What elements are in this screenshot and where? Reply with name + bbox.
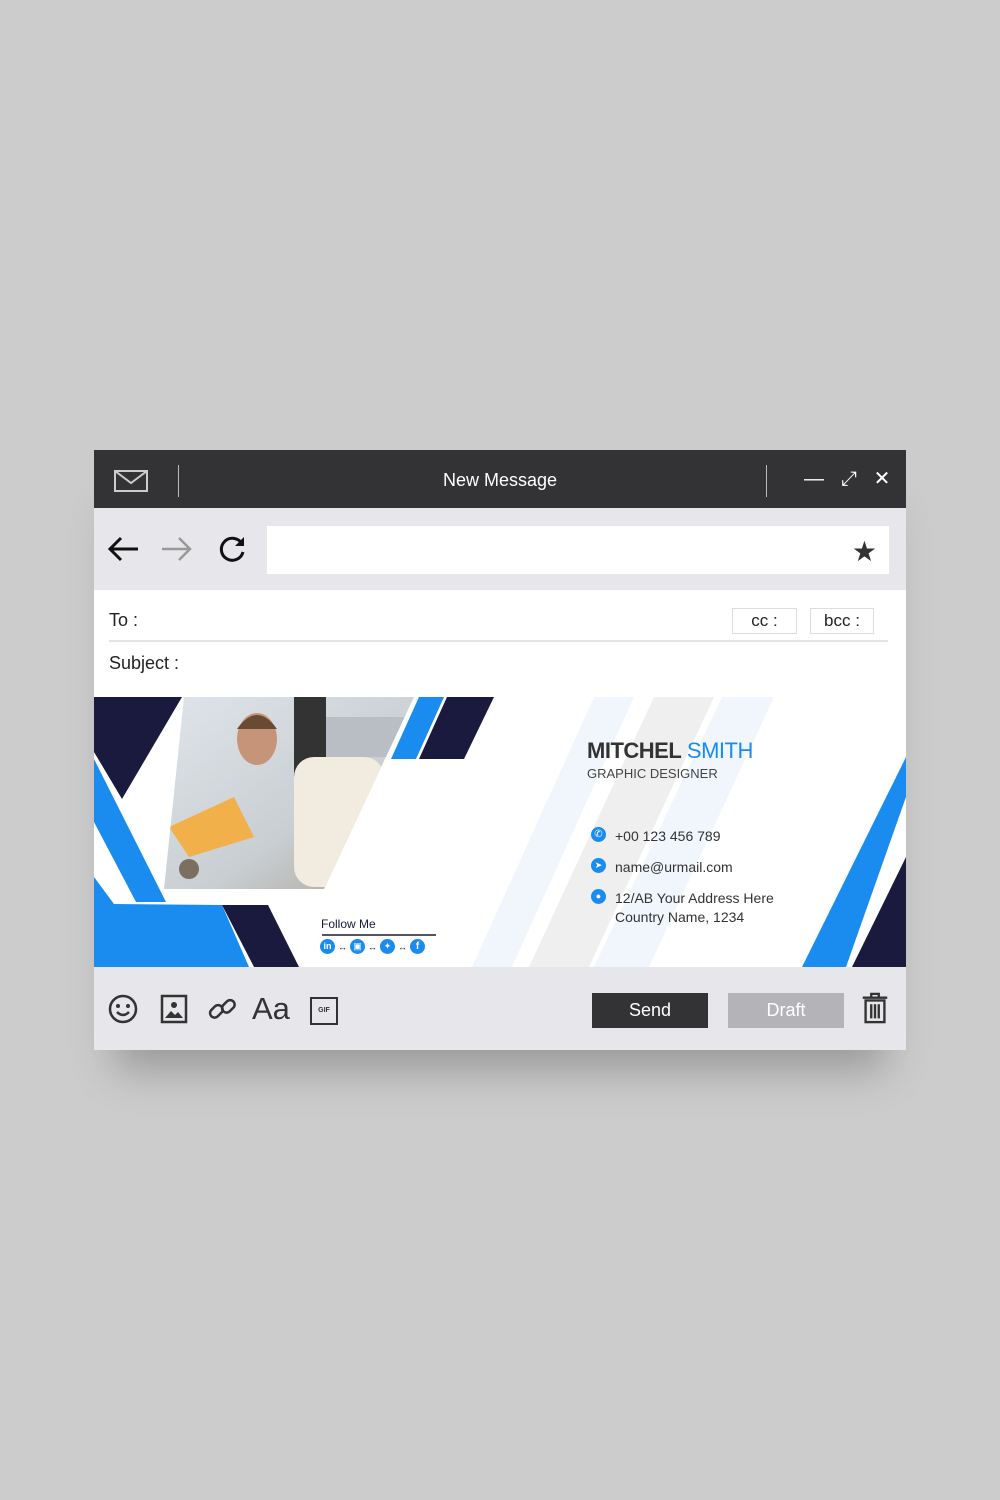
cc-button[interactable]: cc : [732, 608, 797, 634]
image-icon[interactable] [158, 993, 190, 1025]
trash-icon[interactable] [859, 992, 891, 1024]
link-icon[interactable] [206, 993, 238, 1025]
social-links: in ↔ ▣ ↔ ✦ ↔ f [320, 939, 425, 954]
to-label: To : [109, 610, 139, 630]
nav-bar: ★ [94, 508, 906, 590]
linkedin-icon[interactable]: in [320, 939, 335, 954]
bcc-button[interactable]: bcc : [810, 608, 874, 634]
follow-label: Follow Me [321, 917, 376, 931]
divider [109, 640, 888, 642]
compose-window: New Message — ⤢ ✕ ★ To : cc : bcc : Subj… [94, 450, 906, 1050]
title-bar: New Message — ⤢ ✕ [94, 450, 906, 508]
contact-info: ✆ +00 123 456 789 ➤ name@urmail.com ● 12/AB… [591, 827, 774, 927]
send-button[interactable]: Send [592, 993, 708, 1028]
star-icon[interactable]: ★ [852, 535, 877, 568]
first-name: MITCHEL [587, 738, 682, 763]
forward-icon[interactable] [160, 534, 194, 564]
address-bar[interactable]: ★ [267, 526, 889, 574]
twitter-icon[interactable]: ✦ [380, 939, 395, 954]
facebook-icon[interactable]: f [410, 939, 425, 954]
address-line2: Country Name, 1234 [615, 909, 745, 925]
connector: ↔ [338, 941, 347, 952]
job-title: GRAPHIC DESIGNER [587, 766, 718, 781]
signature-name: MITCHEL SMITH [587, 738, 753, 764]
subject-input[interactable] [189, 646, 889, 682]
emoji-icon[interactable] [107, 993, 139, 1025]
connector: ↔ [398, 941, 407, 952]
compose-toolbar: Aa GIF Send Draft [94, 967, 906, 1050]
email-icon: ➤ [591, 858, 606, 873]
refresh-icon[interactable] [216, 534, 250, 564]
format-text-button[interactable]: Aa [252, 993, 294, 1025]
gif-button[interactable]: GIF [310, 997, 338, 1025]
profile-photo [164, 697, 414, 889]
signature-graphics [94, 697, 906, 967]
email-text: name@urmail.com [615, 859, 733, 875]
to-input[interactable] [154, 600, 714, 636]
window-title: New Message [442, 470, 558, 490]
maximize-button[interactable]: ⤢ [838, 468, 860, 490]
location-icon: ● [591, 889, 606, 904]
subject-label: Subject : [109, 653, 180, 673]
minimize-button[interactable]: — [803, 468, 825, 490]
instagram-icon[interactable]: ▣ [350, 939, 365, 954]
phone-text: +00 123 456 789 [615, 828, 721, 844]
divider [766, 465, 767, 497]
close-button[interactable]: ✕ [871, 468, 893, 490]
email-signature: Follow Me in ↔ ▣ ↔ ✦ ↔ f MITCHEL SMITH G… [94, 697, 906, 967]
connector: ↔ [368, 941, 377, 952]
last-name: SMITH [686, 738, 753, 763]
address-line1: 12/AB Your Address Here [615, 890, 774, 906]
back-icon[interactable] [106, 534, 140, 564]
phone-icon: ✆ [591, 827, 606, 842]
draft-button[interactable]: Draft [728, 993, 844, 1028]
